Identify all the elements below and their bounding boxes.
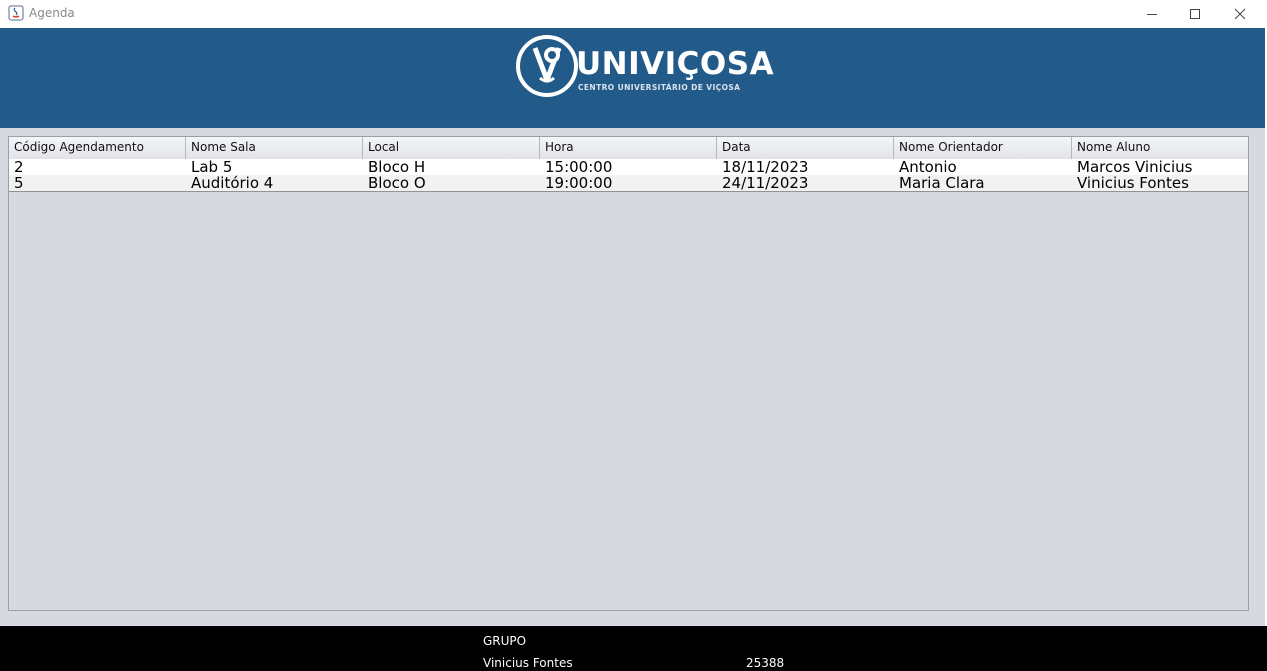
logo-subtitle: CENTRO UNIVERSITÁRIO DE VIÇOSA bbox=[578, 83, 741, 92]
member-id: 25388 bbox=[746, 656, 785, 670]
table-row[interactable]: 5 Auditório 4 Bloco O 19:00:00 24/11/202… bbox=[9, 175, 1248, 191]
table-cell[interactable]: Vinicius Fontes bbox=[1072, 175, 1248, 191]
table-row[interactable]: 2 Lab 5 Bloco H 15:00:00 18/11/2023 Anto… bbox=[9, 159, 1248, 175]
maximize-button[interactable] bbox=[1172, 0, 1218, 28]
logo-wordmark: UNIVIÇOSA bbox=[576, 46, 775, 82]
column-header-data[interactable]: Data bbox=[717, 137, 894, 159]
univicosa-logo: UNIVIÇOSA CENTRO UNIVERSITÁRIO DE VIÇOSA bbox=[516, 33, 774, 101]
column-header-hora[interactable]: Hora bbox=[540, 137, 717, 159]
column-header-nome-sala[interactable]: Nome Sala bbox=[186, 137, 363, 159]
table-cell[interactable]: Antonio bbox=[894, 159, 1072, 175]
column-header-nome-aluno[interactable]: Nome Aluno bbox=[1072, 137, 1248, 159]
table-cell[interactable]: 18/11/2023 bbox=[717, 159, 894, 175]
table-cell[interactable]: Bloco H bbox=[363, 159, 540, 175]
group-title: GRUPO bbox=[483, 634, 527, 648]
table-cell[interactable]: 2 bbox=[9, 159, 186, 175]
column-header-codigo[interactable]: Código Agendamento bbox=[9, 137, 186, 159]
java-app-icon bbox=[8, 5, 24, 21]
table-cell[interactable]: 19:00:00 bbox=[540, 175, 717, 191]
table-body: 2 Lab 5 Bloco H 15:00:00 18/11/2023 Anto… bbox=[9, 159, 1248, 191]
table-divider bbox=[9, 191, 1248, 192]
window-title: Agenda bbox=[29, 6, 75, 20]
table-cell[interactable]: 24/11/2023 bbox=[717, 175, 894, 191]
table-cell[interactable]: Bloco O bbox=[363, 175, 540, 191]
close-icon bbox=[1234, 8, 1246, 20]
maximize-icon bbox=[1190, 9, 1200, 19]
table-cell[interactable]: 5 bbox=[9, 175, 186, 191]
member-name: Vinicius Fontes bbox=[483, 656, 573, 670]
logo-emblem-icon bbox=[516, 35, 578, 97]
table-cell[interactable]: Auditório 4 bbox=[186, 175, 363, 191]
close-button[interactable] bbox=[1217, 0, 1263, 28]
table-cell[interactable]: Lab 5 bbox=[186, 159, 363, 175]
minimize-icon bbox=[1147, 14, 1157, 15]
footer-panel: GRUPO Vinicius Fontes 25388 bbox=[0, 626, 1267, 671]
column-header-local[interactable]: Local bbox=[363, 137, 540, 159]
table-cell[interactable]: Maria Clara bbox=[894, 175, 1072, 191]
column-header-nome-orientador[interactable]: Nome Orientador bbox=[894, 137, 1072, 159]
agenda-table[interactable]: Código Agendamento Nome Sala Local Hora … bbox=[8, 136, 1249, 611]
minimize-button[interactable] bbox=[1129, 0, 1175, 28]
table-header: Código Agendamento Nome Sala Local Hora … bbox=[9, 137, 1248, 160]
table-cell[interactable]: 15:00:00 bbox=[540, 159, 717, 175]
table-cell[interactable]: Marcos Vinicius bbox=[1072, 159, 1248, 175]
window-titlebar: Agenda bbox=[0, 0, 1267, 28]
header-banner: UNIVIÇOSA CENTRO UNIVERSITÁRIO DE VIÇOSA bbox=[0, 28, 1265, 128]
